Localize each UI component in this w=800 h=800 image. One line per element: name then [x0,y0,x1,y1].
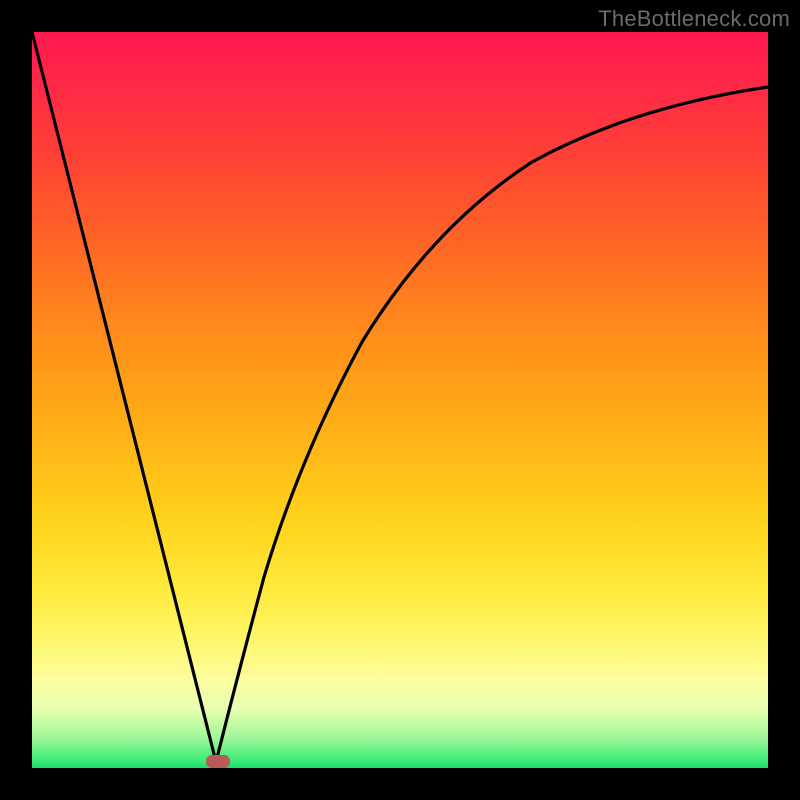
watermark-text: TheBottleneck.com [598,6,790,32]
plot-area [32,32,768,768]
curve-right-branch [216,87,768,762]
minimum-marker [206,755,230,768]
curve-left-branch [32,32,216,762]
chart-frame: TheBottleneck.com [0,0,800,800]
curve-layer [32,32,768,768]
